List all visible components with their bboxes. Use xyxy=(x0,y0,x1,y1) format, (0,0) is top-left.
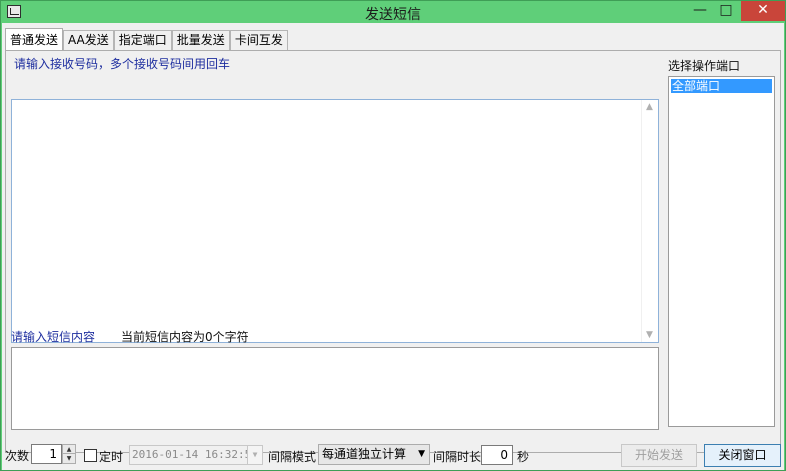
start-send-button[interactable]: 开始发送 xyxy=(621,444,697,467)
scroll-up-arrow-icon[interactable]: ▲ xyxy=(646,102,653,112)
port-item-all[interactable]: 全部端口 xyxy=(670,78,773,94)
chevron-down-icon: ▼ xyxy=(418,449,425,459)
ports-label: 选择操作端口 xyxy=(668,59,741,73)
close-window-x-button[interactable]: ✕ xyxy=(741,1,785,21)
port-listbox[interactable]: 全部端口 xyxy=(668,76,775,427)
numbers-scrollbar[interactable]: ▲ ▼ xyxy=(641,100,658,342)
mode-label: 间隔模式 xyxy=(268,450,317,464)
datetime-dropdown-icon[interactable]: ▼ xyxy=(247,446,262,464)
interval-label: 间隔时长 xyxy=(433,450,482,464)
tab-strip: 普通发送 AA发送 指定端口 批量发送 卡间互发 xyxy=(5,28,288,50)
timed-checkbox[interactable] xyxy=(84,449,97,462)
interval-mode-select[interactable]: 每通道独立计算 ▼ xyxy=(318,444,430,465)
scroll-down-arrow-icon[interactable]: ▼ xyxy=(646,330,653,340)
tab-batch-send[interactable]: 批量发送 xyxy=(171,30,230,50)
title-bar[interactable]: 发送短信 — □ ✕ xyxy=(1,1,785,23)
maximize-button[interactable]: □ xyxy=(713,1,739,21)
spin-down-icon[interactable]: ▼ xyxy=(63,454,75,463)
tab-specified-port[interactable]: 指定端口 xyxy=(113,30,172,50)
content-label: 请输入短信内容 xyxy=(11,330,96,344)
recipient-numbers-textarea[interactable]: ▲ ▼ xyxy=(11,99,659,343)
tab-normal-send[interactable]: 普通发送 xyxy=(5,28,64,50)
tab-panel-normal-send: 请输入接收号码，多个接收号码间用回车 ▲ ▼ 请输入短信内容 当前短信内容为0个… xyxy=(5,50,781,453)
count-spinner[interactable]: ▲ ▼ xyxy=(62,444,76,464)
interval-unit: 秒 xyxy=(517,450,530,464)
datetime-value: 2016-01-14 16:32:50 xyxy=(132,448,258,461)
interval-mode-value: 每通道独立计算 xyxy=(322,447,407,461)
bottom-toolbar: 次数 1 ▲ ▼ 定时 2016-01-14 16:32:50 ▼ 间隔模式 每… xyxy=(2,444,784,470)
numbers-label: 请输入接收号码，多个接收号码间用回车 xyxy=(14,57,231,71)
datetime-picker[interactable]: 2016-01-14 16:32:50 ▼ xyxy=(129,445,263,465)
count-label: 次数 xyxy=(5,449,30,463)
window-title: 发送短信 xyxy=(365,7,421,23)
send-sms-window: 发送短信 — □ ✕ 普通发送 AA发送 指定端口 批量发送 卡间互发 请输入接… xyxy=(0,0,786,471)
char-count-text: 当前短信内容为0个字符 xyxy=(121,330,249,344)
spin-up-icon[interactable]: ▲ xyxy=(63,445,75,454)
tab-card-to-card[interactable]: 卡间互发 xyxy=(229,30,288,50)
timed-label: 定时 xyxy=(99,450,124,464)
sms-content-textarea[interactable] xyxy=(11,347,659,430)
client-area: 普通发送 AA发送 指定端口 批量发送 卡间互发 请输入接收号码，多个接收号码间… xyxy=(2,23,784,470)
tab-aa-send[interactable]: AA发送 xyxy=(63,30,114,50)
close-window-button[interactable]: 关闭窗口 xyxy=(704,444,781,467)
minimize-button[interactable]: — xyxy=(687,1,713,21)
interval-input[interactable]: 0 xyxy=(481,445,513,465)
count-input[interactable]: 1 xyxy=(31,444,62,464)
